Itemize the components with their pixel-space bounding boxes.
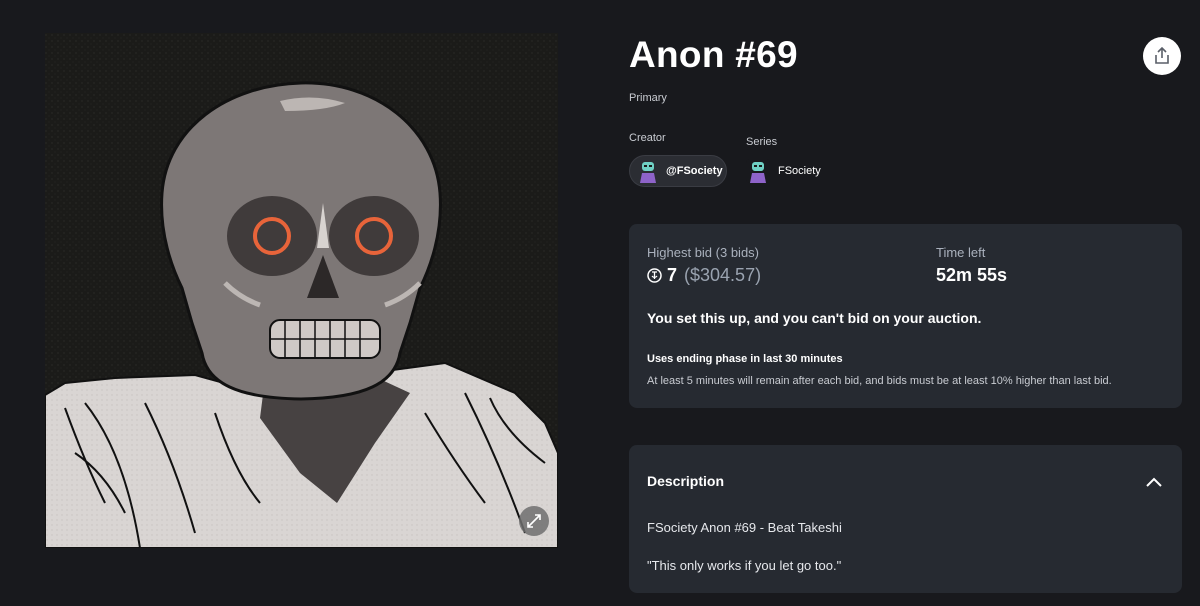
auction-notice: You set this up, and you can't bid on yo… — [647, 310, 982, 326]
series-label: Series — [746, 136, 778, 148]
bid-amount: 7 ($304.57) — [647, 265, 761, 286]
sale-type-label: Primary — [629, 92, 667, 104]
page-title: Anon #69 — [629, 34, 798, 75]
bid-usd-value: ($304.57) — [684, 265, 762, 285]
creator-label: Creator — [629, 132, 666, 144]
ending-phase-title: Uses ending phase in last 30 minutes — [647, 353, 843, 365]
ending-phase-description: At least 5 minutes will remain after eac… — [647, 375, 1112, 387]
creator-handle: @FSociety — [666, 165, 723, 177]
time-left-label: Time left — [936, 245, 986, 260]
avatar — [746, 159, 770, 183]
series-name: FSociety — [778, 165, 821, 177]
auction-card: Highest bid (3 bids) 7 ($304.57) Time le… — [629, 224, 1182, 408]
chevron-up-icon[interactable] — [1142, 471, 1166, 495]
avatar — [636, 159, 660, 183]
share-icon — [1155, 47, 1169, 64]
description-line: FSociety Anon #69 - Beat Takeshi — [647, 520, 842, 535]
description-toggle-label[interactable]: Description — [647, 473, 724, 489]
highest-bid-label: Highest bid (3 bids) — [647, 245, 759, 260]
artwork-image[interactable] — [45, 33, 558, 548]
bid-value: 7 — [667, 265, 678, 285]
series-link[interactable]: FSociety — [746, 157, 821, 185]
time-left-value: 52m 55s — [936, 265, 1008, 285]
creator-link[interactable]: @FSociety — [629, 155, 727, 187]
expand-icon — [527, 514, 541, 528]
share-button[interactable] — [1143, 37, 1181, 75]
tezos-icon — [647, 268, 662, 283]
description-card: Description FSociety Anon #69 - Beat Tak… — [629, 445, 1182, 593]
expand-button[interactable] — [519, 506, 549, 536]
description-quote: "This only works if you let go too." — [647, 558, 842, 573]
